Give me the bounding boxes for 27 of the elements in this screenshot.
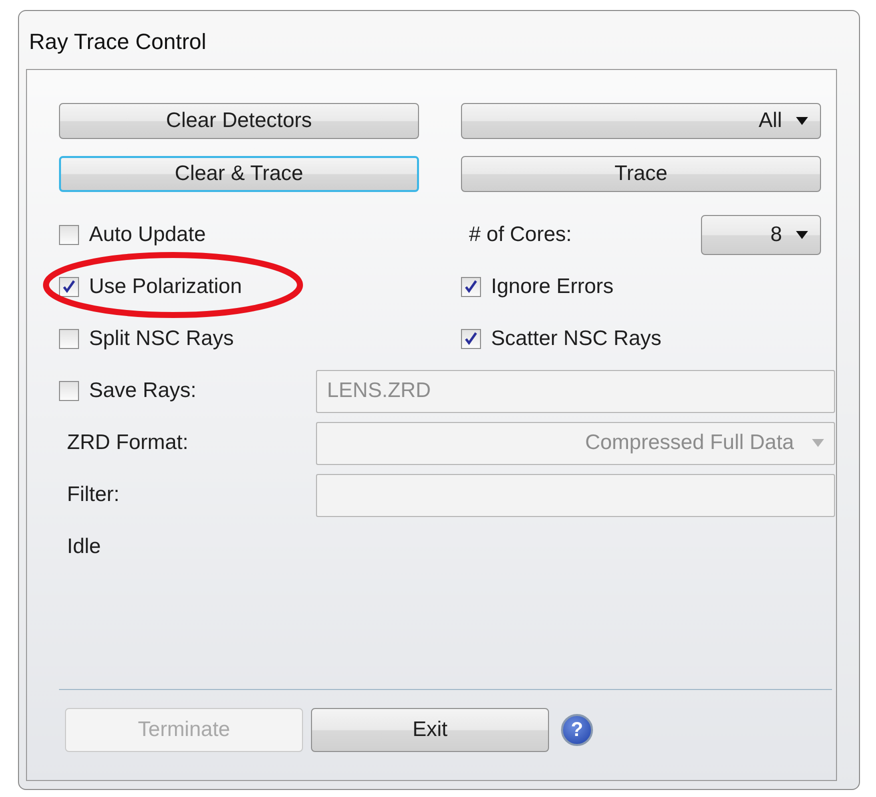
- field-label: Save Rays:: [89, 379, 196, 403]
- action-button[interactable]: Clear & Trace: [59, 156, 419, 192]
- checkbox-label: Auto Update: [89, 223, 206, 247]
- checkbox[interactable]: [461, 277, 481, 297]
- checkbox-label: Ignore Errors: [491, 275, 614, 299]
- field-label: Filter:: [67, 483, 120, 507]
- cores-label: # of Cores:: [469, 223, 572, 247]
- field-label: ZRD Format:: [67, 431, 188, 455]
- checkbox-label: Split NSC Rays: [89, 327, 234, 351]
- checkbox[interactable]: [59, 329, 79, 349]
- window-title: Ray Trace Control: [28, 28, 208, 56]
- checkbox[interactable]: [59, 277, 79, 297]
- checkbox[interactable]: [59, 225, 79, 245]
- caret-icon: [796, 231, 808, 239]
- footer-button[interactable]: Exit: [311, 708, 549, 752]
- help-button[interactable]: ?: [561, 714, 593, 746]
- action-button[interactable]: Clear Detectors: [59, 103, 419, 139]
- filter-field[interactable]: [316, 474, 835, 516]
- action-button[interactable]: Trace: [461, 156, 821, 192]
- cores-dropdown[interactable]: 8: [701, 215, 821, 255]
- caret-icon: [812, 439, 824, 447]
- caret-icon: [796, 117, 808, 125]
- checkbox-label: Scatter NSC Rays: [491, 327, 662, 351]
- checkbox[interactable]: [461, 329, 481, 349]
- dropdown[interactable]: All: [461, 103, 821, 139]
- status-text: Idle: [67, 535, 101, 559]
- checkbox-label: Use Polarization: [89, 275, 242, 299]
